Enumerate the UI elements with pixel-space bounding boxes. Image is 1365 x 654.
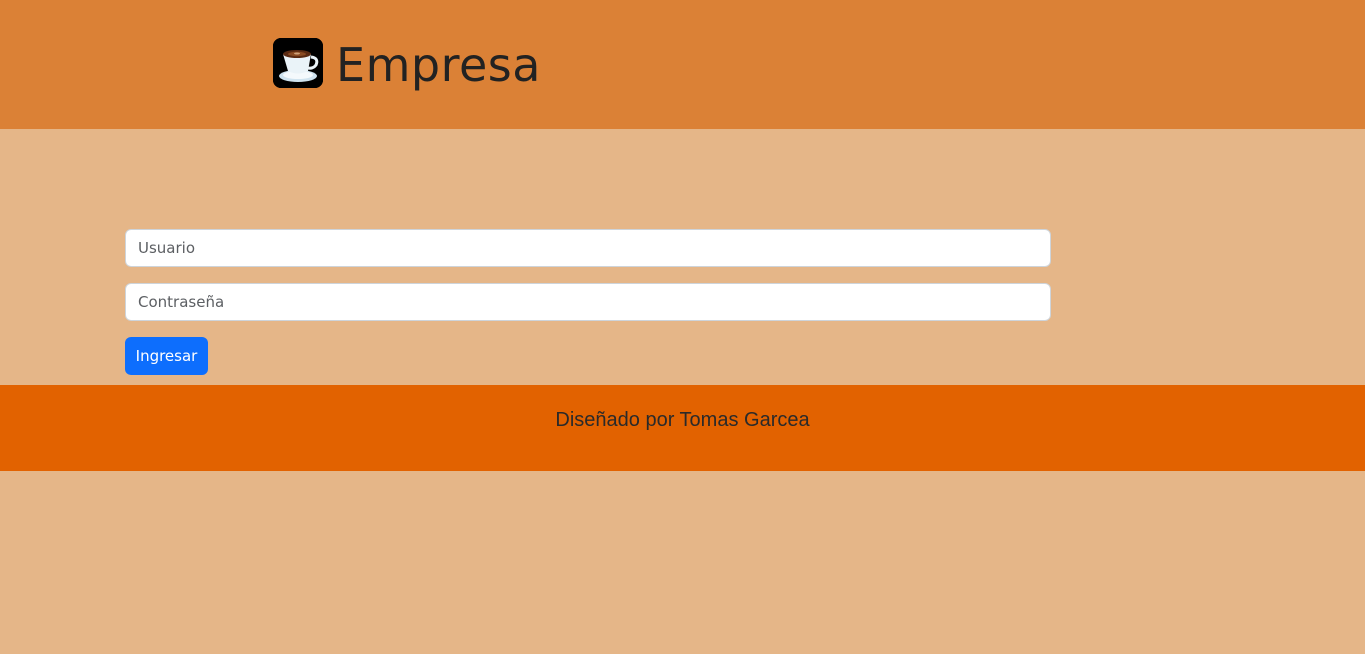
coffee-cup-icon [273, 38, 323, 88]
brand-title: Empresa [336, 38, 541, 92]
site-footer: Diseñado por Tomas Garcea [0, 385, 1365, 471]
site-header: Empresa [0, 0, 1365, 129]
login-button[interactable]: Ingresar [125, 337, 208, 375]
username-input[interactable] [125, 229, 1051, 267]
password-input[interactable] [125, 283, 1051, 321]
footer-credit: Diseñado por Tomas Garcea [555, 409, 810, 431]
